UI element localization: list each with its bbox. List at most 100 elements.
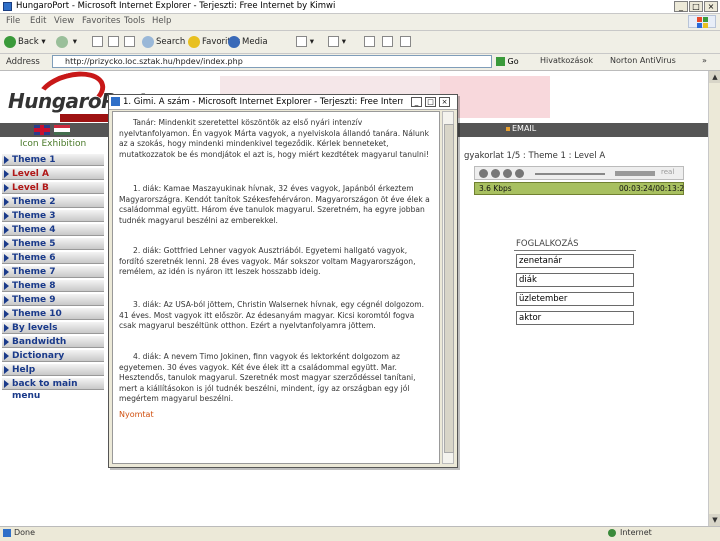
menu-tools[interactable]: Tools <box>124 16 145 26</box>
forward-button[interactable]: ▾ <box>56 34 77 50</box>
nav-item-dictionary[interactable]: Dictionary <box>2 349 104 362</box>
answer-field-1[interactable]: zenetanár <box>516 254 634 268</box>
answer-field-4[interactable]: aktor <box>516 311 634 325</box>
nav-label: Dictionary <box>12 351 65 361</box>
menu-view[interactable]: View <box>54 16 74 26</box>
mail-button[interactable]: ▾ <box>328 34 346 50</box>
transcript-popup-window: 1. Gimi. A szám - Microsoft Internet Exp… <box>108 94 458 468</box>
nav-item-theme-5[interactable]: Theme 5 <box>2 237 104 250</box>
address-label: Address <box>6 57 40 67</box>
popup-title: 1. Gimi. A szám - Microsoft Internet Exp… <box>123 97 403 107</box>
links-toolbar-button[interactable]: Hivatkozások <box>540 56 593 65</box>
address-bar: Address http://prizycko.loc.sztak.hu/hpd… <box>0 54 720 71</box>
nav-arrow-icon <box>4 282 9 290</box>
audio-player: real 3.6 Kbps 00:03:24/00:13:2 <box>474 166 684 196</box>
toolbar: Back ▾ ▾ Search Favorites Media ▾ ▾ <box>0 31 720 54</box>
address-input[interactable]: http://prizycko.loc.sztak.hu/hpdev/index… <box>52 55 492 68</box>
nav-arrow-icon <box>4 198 9 206</box>
menu-file[interactable]: File <box>6 16 20 26</box>
nav-label: Theme 7 <box>12 267 56 277</box>
maximize-button[interactable]: □ <box>689 1 703 12</box>
student-3-paragraph: 3. diák: Az USA-ból jöttem, Christin Wal… <box>119 300 425 331</box>
nav-label: Theme 3 <box>12 211 56 221</box>
stop-button[interactable] <box>92 34 103 50</box>
stop-icon <box>92 36 103 47</box>
stop-icon[interactable] <box>503 169 512 178</box>
scroll-down-icon[interactable]: ▼ <box>709 514 720 526</box>
refresh-button[interactable] <box>108 34 119 50</box>
uk-flag-icon[interactable] <box>34 125 50 135</box>
email-link[interactable]: EMAIL <box>512 124 536 133</box>
nav-item-theme-7[interactable]: Theme 7 <box>2 265 104 278</box>
real-logo: real <box>661 168 675 176</box>
popup-maximize-button[interactable]: □ <box>425 97 436 107</box>
popup-scrollbar[interactable] <box>442 111 454 464</box>
header-divider <box>514 250 636 251</box>
nav-label: Level B <box>12 183 49 193</box>
hungary-flag-icon[interactable] <box>54 125 70 135</box>
answer-field-2[interactable]: diák <box>516 273 634 287</box>
nav-item-bandwidth[interactable]: Bandwidth <box>2 335 104 348</box>
minimize-button[interactable]: _ <box>674 1 688 12</box>
print-link[interactable]: Nyomtat <box>119 410 154 419</box>
popup-close-button[interactable]: × <box>439 97 450 107</box>
edit-button[interactable] <box>382 34 393 50</box>
nav-item-level-a[interactable]: Level A <box>2 167 104 180</box>
home-icon <box>124 36 135 47</box>
menu-favorites[interactable]: Favorites <box>82 16 120 26</box>
back-arrow-icon <box>4 35 16 48</box>
nav-item-theme-9[interactable]: Theme 9 <box>2 293 104 306</box>
windows-logo-icon <box>688 15 716 28</box>
page-done-icon <box>3 529 11 537</box>
forward-arrow-icon <box>56 35 68 48</box>
volume-slider[interactable] <box>615 171 655 176</box>
rewind-icon[interactable] <box>515 169 524 178</box>
student-4-paragraph: 4. diák: A nevem Timo Jokinen, finn vagy… <box>119 352 416 404</box>
popup-scroll-thumb[interactable] <box>444 124 454 453</box>
discuss-button[interactable] <box>400 34 411 50</box>
nav-item-theme-6[interactable]: Theme 6 <box>2 251 104 264</box>
play-icon[interactable] <box>479 169 488 178</box>
refresh-icon <box>108 36 119 47</box>
go-button[interactable]: Go <box>496 55 530 68</box>
nav-arrow-icon <box>4 156 9 164</box>
nav-label: Theme 5 <box>12 239 56 249</box>
nav-item-help[interactable]: Help <box>2 363 104 376</box>
pause-icon[interactable] <box>491 169 500 178</box>
nav-label: Level A <box>12 169 49 179</box>
nav-title[interactable]: Icon Exhibition <box>0 137 106 151</box>
scroll-up-icon[interactable]: ▲ <box>709 71 720 83</box>
popup-minimize-button[interactable]: _ <box>411 97 422 107</box>
nav-item-theme-1[interactable]: Theme 1 <box>2 153 104 166</box>
search-button[interactable]: Search <box>142 34 185 50</box>
student-2-paragraph: 2. diák: Gottfried Lehner vagyok Ausztri… <box>119 246 416 277</box>
menubar: File Edit View Favorites Tools Help <box>0 14 720 31</box>
nav-item-back-to-main-menu[interactable]: back to main menu <box>2 377 104 401</box>
nav-item-theme-10[interactable]: Theme 10 <box>2 307 104 320</box>
nav-item-level-b[interactable]: Level B <box>2 181 104 194</box>
page-scrollbar[interactable]: ▲ ▼ <box>708 71 720 526</box>
answer-field-3[interactable]: üzletember <box>516 292 634 306</box>
menu-help[interactable]: Help <box>152 16 171 26</box>
nav-item-theme-3[interactable]: Theme 3 <box>2 209 104 222</box>
back-button[interactable]: Back ▾ <box>4 34 46 50</box>
nav-item-by-levels[interactable]: By levels <box>2 321 104 334</box>
nav-item-theme-4[interactable]: Theme 4 <box>2 223 104 236</box>
nav-item-theme-8[interactable]: Theme 8 <box>2 279 104 292</box>
print-button[interactable] <box>364 34 375 50</box>
nav-arrow-icon <box>4 170 9 178</box>
history-button[interactable]: ▾ <box>296 34 314 50</box>
history-icon <box>296 36 307 47</box>
toolbar-overflow-button[interactable]: » <box>702 56 707 65</box>
position-slider[interactable] <box>535 173 605 175</box>
nav-label: Theme 6 <box>12 253 56 263</box>
nav-label: Theme 1 <box>12 155 56 165</box>
media-button[interactable]: Media <box>228 34 268 50</box>
nav-arrow-icon <box>4 324 9 332</box>
norton-antivirus-button[interactable]: Norton AntiVirus <box>610 56 676 65</box>
nav-item-theme-2[interactable]: Theme 2 <box>2 195 104 208</box>
close-button[interactable]: × <box>704 1 718 12</box>
nav-label: Theme 2 <box>12 197 56 207</box>
home-button[interactable] <box>124 34 135 50</box>
menu-edit[interactable]: Edit <box>30 16 46 26</box>
